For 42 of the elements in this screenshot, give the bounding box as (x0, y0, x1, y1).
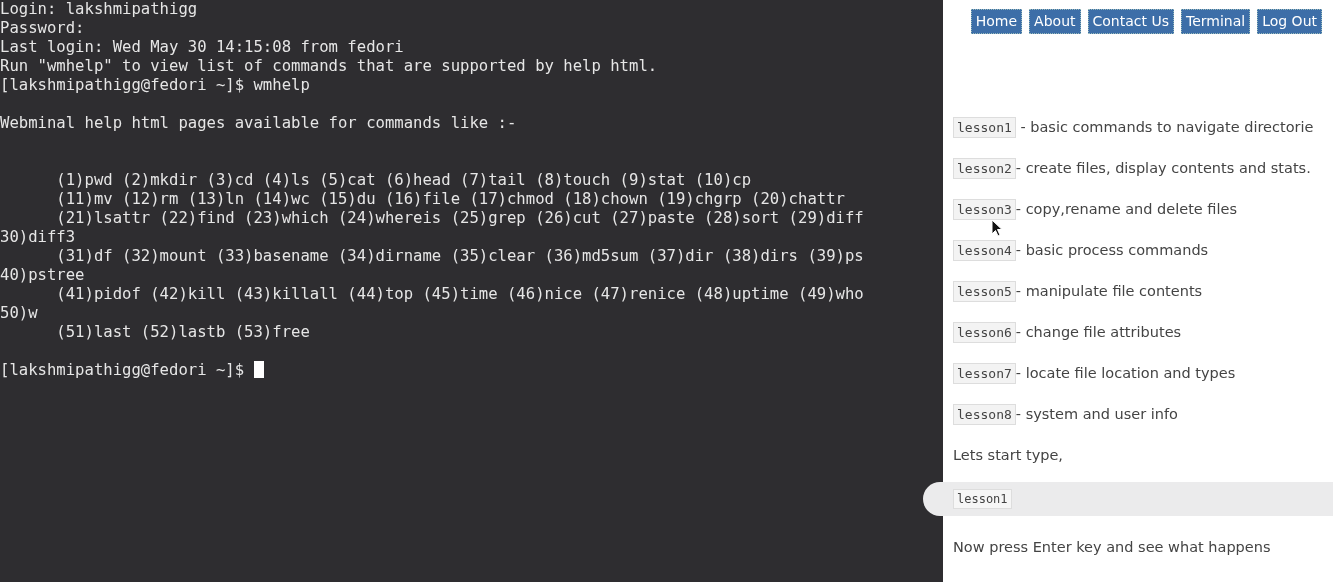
terminal-line: Password: (0, 19, 85, 37)
lesson-code: lesson6 (953, 321, 1016, 343)
lesson-description: - change file attributes (1015, 324, 1182, 340)
terminal-line: (31)df (32)mount (33)basename (34)dirname (35)clear (36)md5sum (37)dir (38)dirs (39)ps (55, 247, 864, 265)
lesson-description: - copy,rename and delete files (1015, 201, 1237, 217)
lesson-code: lesson3 (953, 198, 1016, 220)
terminal-line: Run "wmhelp" to view list of commands that are supported by help html. (0, 57, 658, 75)
nav-link[interactable]: About (1029, 9, 1081, 34)
lesson-code: lesson4 (953, 239, 1016, 261)
lesson-description: - basic commands to navigate directorie (1019, 119, 1314, 135)
lesson-code: lesson8 (953, 403, 1016, 425)
lesson-description: - basic process commands (1015, 242, 1209, 258)
shell-prompt: [lakshmipathigg@fedori ~]$ (0, 361, 245, 379)
nav-link[interactable]: Home (970, 9, 1023, 34)
mouse-pointer-icon (991, 219, 1003, 237)
nav-link[interactable]: Contact Us (1087, 9, 1174, 34)
lesson-code: lesson2 (953, 157, 1016, 179)
instruction-text: Lets start type, (953, 446, 1064, 465)
terminal-line: Webminal help html pages available for commands like :- (0, 114, 517, 132)
terminal-line: (11)mv (12)rm (13)ln (14)wc (15)du (16)file (17)chmod (18)chown (19)chgrp (20)chattr (55, 190, 845, 208)
terminal-line: 40)pstree (0, 266, 85, 284)
terminal-line: Last login: Wed May 30 14:15:08 from fedori (0, 38, 404, 56)
lesson-code: lesson7 (953, 362, 1016, 384)
lesson-code: lesson5 (953, 280, 1016, 302)
lesson-description: - manipulate file contents (1015, 283, 1203, 299)
lesson-code: lesson1 (953, 116, 1016, 138)
terminal-line: 30)diff3 (0, 228, 76, 246)
terminal-line: Login: lakshmipathigg (0, 0, 198, 18)
terminal-line: 50)w (0, 304, 38, 322)
terminal-line: [lakshmipathigg@fedori ~]$ wmhelp (0, 76, 310, 94)
nav-link[interactable]: Log Out (1257, 9, 1322, 34)
lesson-description: - create files, display contents and stats. (1015, 160, 1311, 176)
terminal-line: (21)lsattr (22)find (23)which (24)whereis (25)grep (26)cut (27)paste (28)sort (29)diff (55, 209, 864, 227)
input-field[interactable]: lesson1 (923, 482, 1333, 516)
terminal-line: (41)pidof (42)kill (43)killall (44)top (45)time (46)nice (47)renice (48)uptime (49)who (55, 285, 864, 303)
instruction-text: Now press Enter key and see what happens (953, 538, 1272, 557)
terminal-line: (1)pwd (2)mkdir (3)cd (4)ls (5)cat (6)head (7)tail (8)touch (9)stat (10)cp (55, 171, 752, 189)
lesson-description: - system and user info (1015, 406, 1178, 422)
lesson-description: - locate file location and types (1015, 365, 1236, 381)
terminal-line: (51)last (52)lastb (53)free (55, 323, 310, 341)
input-value: lesson1 (953, 489, 1012, 509)
nav-link[interactable]: Terminal (1181, 9, 1251, 34)
